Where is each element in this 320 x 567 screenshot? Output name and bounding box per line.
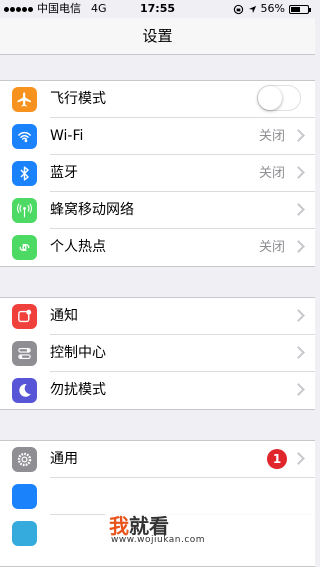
settings-group-notifications: 通知 控制中心 勿扰模式 [0,297,315,410]
location-icon [248,5,256,13]
row-label: 勿扰模式 [50,382,106,398]
watermark: 我就看 www.wojiukan.com [105,510,315,550]
settings-group-connectivity: 飞行模式 Wi-Fi 关闭 蓝牙 关闭 蜂窝移动网络 个人热点 关闭 [0,80,315,267]
chevron-right-icon [292,240,305,253]
status-bar: 中国电信 4G 17:55 56% [0,0,315,18]
settings-row-cellular[interactable]: 蜂窝移动网络 [0,192,315,229]
nav-bar: 设置 [0,18,315,55]
bluetooth-icon [12,161,37,186]
cellular-icon [12,198,37,223]
settings-row-control-center[interactable]: 控制中心 [0,335,315,372]
chevron-right-icon [292,129,305,142]
gear-icon [12,447,37,472]
wifi-icon [12,124,37,149]
notifications-icon [12,304,37,329]
update-badge: 1 [267,449,287,469]
settings-row-bluetooth[interactable]: 蓝牙 关闭 [0,155,315,192]
wallpaper-icon [12,521,37,546]
hotspot-status: 关闭 [258,240,285,255]
row-label: 通知 [50,308,78,324]
row-label: Wi-Fi [50,128,84,144]
row-label: 个人热点 [50,239,106,255]
chevron-right-icon [292,166,305,179]
row-label: 飞行模式 [50,91,106,107]
row-label: 控制中心 [50,345,106,361]
settings-row-do-not-disturb[interactable]: 勿扰模式 [0,372,315,409]
row-label: 通用 [50,451,78,467]
bluetooth-status: 关闭 [258,166,285,181]
wifi-status: 关闭 [258,129,285,144]
moon-icon [12,378,37,403]
settings-row-personal-hotspot[interactable]: 个人热点 关闭 [0,229,315,266]
row-label: 蓝牙 [50,165,78,181]
row-label: 蜂窝移动网络 [50,202,134,218]
settings-row-airplane-mode[interactable]: 飞行模式 [0,81,315,118]
chevron-right-icon [292,203,305,216]
settings-row-notifications[interactable]: 通知 [0,298,315,335]
chevron-right-icon [292,346,305,359]
settings-row-general[interactable]: 通用 1 [0,441,315,478]
battery-percent: 56% [260,2,285,15]
airplane-icon [12,87,37,112]
control-center-icon [12,341,37,366]
chevron-right-icon [292,452,305,465]
display-icon [12,484,37,509]
settings-row-wifi[interactable]: Wi-Fi 关闭 [0,118,315,155]
hotspot-icon [12,235,37,260]
page-title: 设置 [142,27,173,45]
chevron-right-icon [292,383,305,396]
chevron-right-icon [292,309,305,322]
watermark-url: www.wojiukan.com [111,535,206,545]
airplane-mode-toggle[interactable] [257,85,301,111]
orientation-lock-icon [233,4,243,14]
battery-icon [289,4,311,14]
